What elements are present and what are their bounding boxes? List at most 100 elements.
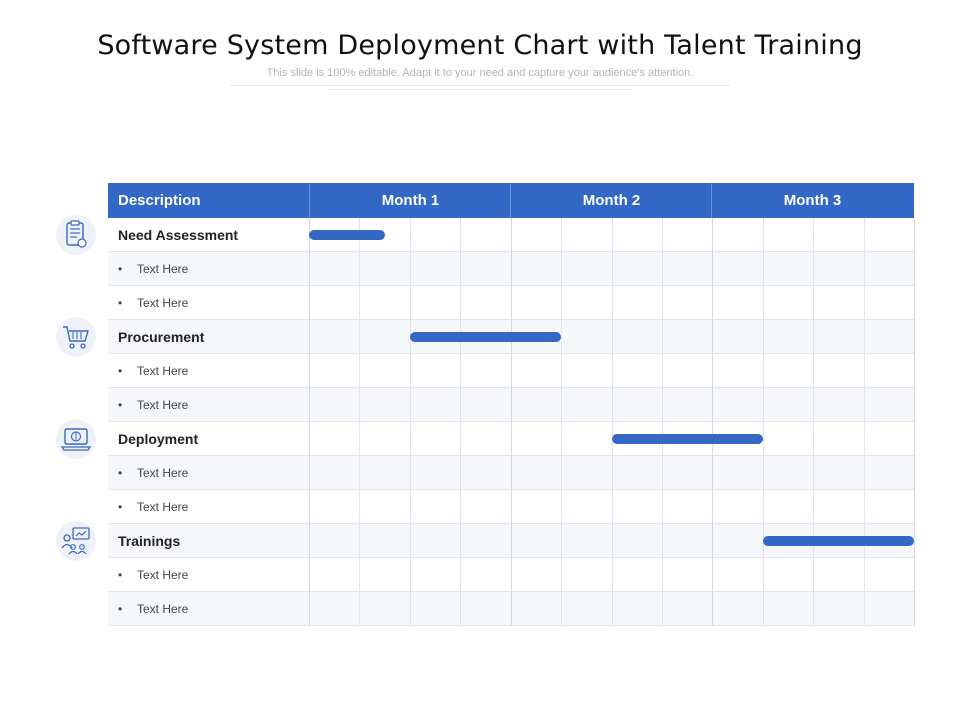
grid-line xyxy=(460,422,462,456)
gantt-bar xyxy=(409,332,562,342)
grid-line xyxy=(762,456,764,490)
subtask-row: • Text Here xyxy=(108,558,915,592)
grid-line xyxy=(359,354,361,388)
grid-line xyxy=(460,218,462,252)
bullet: • xyxy=(118,466,123,480)
grid-line xyxy=(561,524,563,558)
grid-line xyxy=(813,286,815,320)
grid-line xyxy=(309,388,310,422)
grid-line xyxy=(863,422,865,456)
subtask-text: Text Here xyxy=(137,602,189,616)
grid-line xyxy=(914,558,915,592)
grid-line xyxy=(762,354,764,388)
subtask-row: • Text Here xyxy=(108,388,915,422)
grid-line xyxy=(762,320,764,354)
subtask-item: • Text Here xyxy=(118,592,188,626)
grid-line xyxy=(409,490,411,524)
subtask-text: Text Here xyxy=(137,500,189,514)
grid-line xyxy=(762,490,764,524)
grid-line xyxy=(813,422,815,456)
laptop-deployment-icon xyxy=(56,419,96,459)
subtask-row: • Text Here xyxy=(108,456,915,490)
grid-line xyxy=(712,354,714,388)
subtask-item: • Text Here xyxy=(118,490,188,524)
grid-line xyxy=(863,592,865,626)
grid-line xyxy=(712,286,714,320)
grid-line xyxy=(863,218,865,252)
bullet: • xyxy=(118,296,123,310)
shopping-cart-icon xyxy=(56,317,96,357)
subtask-text: Text Here xyxy=(137,568,189,582)
task-label: Deployment xyxy=(118,431,199,447)
grid-line xyxy=(309,286,310,320)
grid-line xyxy=(460,490,462,524)
task-label: Procurement xyxy=(118,329,205,345)
grid-line xyxy=(661,490,663,524)
grid-line xyxy=(661,592,663,626)
grid-line xyxy=(409,456,411,490)
grid-line xyxy=(762,558,764,592)
grid-line xyxy=(460,456,462,490)
grid-line xyxy=(813,456,815,490)
grid-line xyxy=(409,354,411,388)
grid-line xyxy=(309,422,310,456)
subtask-item: • Text Here xyxy=(118,388,188,422)
grid-line xyxy=(762,218,764,252)
grid-line xyxy=(813,592,815,626)
grid-line xyxy=(712,456,714,490)
grid-line xyxy=(611,592,613,626)
grid-line xyxy=(309,524,310,558)
grid-line xyxy=(611,558,613,592)
grid-line xyxy=(712,490,714,524)
subtask-item: • Text Here xyxy=(118,354,188,388)
grid-line xyxy=(510,422,512,456)
grid-line xyxy=(712,524,714,558)
grid-line xyxy=(611,320,613,354)
gantt-bar xyxy=(762,536,914,546)
grid-line xyxy=(914,218,915,252)
grid-line xyxy=(510,592,512,626)
subtask-item: • Text Here xyxy=(118,252,188,286)
grid-line xyxy=(561,592,563,626)
grid-line xyxy=(359,490,361,524)
bullet: • xyxy=(118,262,123,276)
grid-line xyxy=(914,456,915,490)
grid-line xyxy=(611,524,613,558)
grid-line xyxy=(914,490,915,524)
task-label: Need Assessment xyxy=(118,227,239,243)
grid-line xyxy=(661,286,663,320)
subtask-item: • Text Here xyxy=(118,456,188,490)
grid-line xyxy=(561,218,563,252)
grid-line xyxy=(661,558,663,592)
grid-line xyxy=(661,456,663,490)
grid-line xyxy=(460,252,462,286)
grid-line xyxy=(863,320,865,354)
grid-line xyxy=(460,286,462,320)
grid-line xyxy=(409,218,411,252)
grid-line xyxy=(309,558,310,592)
bullet: • xyxy=(118,364,123,378)
grid-line xyxy=(561,388,563,422)
subtask-row: • Text Here xyxy=(108,490,915,524)
grid-line xyxy=(460,354,462,388)
header-month-2: Month 2 xyxy=(510,183,712,218)
grid-line xyxy=(712,320,714,354)
grid-line xyxy=(561,558,563,592)
grid-line xyxy=(309,592,310,626)
grid-line xyxy=(611,218,613,252)
grid-line xyxy=(914,286,915,320)
grid-line xyxy=(409,388,411,422)
grid-line xyxy=(762,592,764,626)
table-body: Need Assessment • Text Here • Text Here Procu… xyxy=(108,218,915,626)
grid-line xyxy=(409,524,411,558)
grid-line xyxy=(510,252,512,286)
grid-line xyxy=(712,388,714,422)
grid-line xyxy=(611,456,613,490)
grid-line xyxy=(611,286,613,320)
gantt-table: Description Month 1 Month 2 Month 3 Need… xyxy=(108,183,915,626)
table-header: Description Month 1 Month 2 Month 3 xyxy=(108,183,914,218)
grid-line xyxy=(359,388,361,422)
grid-line xyxy=(863,456,865,490)
header-month-3: Month 3 xyxy=(711,183,913,218)
grid-line xyxy=(863,252,865,286)
